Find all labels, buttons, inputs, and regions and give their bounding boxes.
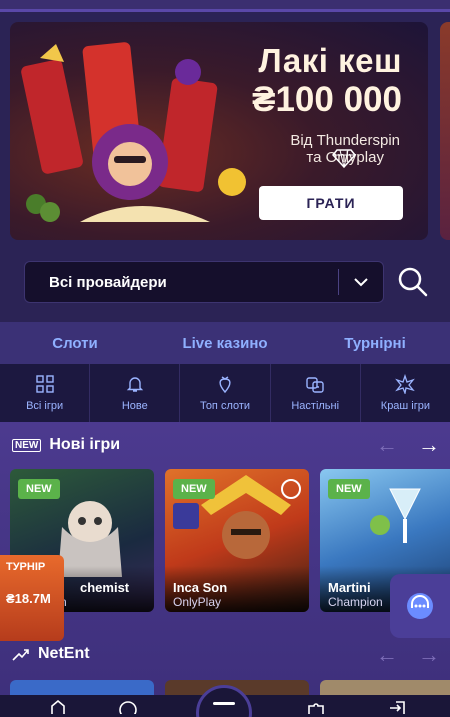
nav-casino-icon[interactable]	[118, 700, 138, 717]
bell-icon	[126, 377, 143, 392]
banner-title: Лакі кеш	[258, 42, 402, 79]
subtab-top-slots[interactable]: Топ слоти	[180, 364, 271, 422]
nav-home-icon[interactable]	[48, 699, 68, 714]
top-bar	[0, 0, 450, 12]
game-art	[370, 488, 421, 543]
subtab-crash-games[interactable]: Краш ігри	[361, 364, 450, 422]
search-icon[interactable]	[396, 265, 430, 299]
tournament-amount: ₴18.7M	[6, 591, 51, 606]
trending-icon	[12, 649, 29, 661]
game-name: Martini	[328, 580, 371, 595]
new-badge-icon: NEW	[12, 438, 42, 452]
new-tag: NEW	[18, 479, 60, 499]
nav-login-icon[interactable]	[388, 700, 408, 714]
subtab-table-games[interactable]: Настільні	[271, 364, 361, 422]
new-games-header: NEW Нові ігри ← →	[12, 432, 442, 458]
new-games-carousel: NEW chemist n NEW Inca Son OnlyPlay NEW …	[10, 469, 450, 612]
game-provider: OnlyPlay	[173, 595, 222, 609]
banner-subtitle-line1: Від Thunderspin	[290, 132, 400, 149]
game-filter-tabs: Всі ігри Нове Топ слоти Настільні Краш і…	[0, 364, 450, 422]
category-tabs: Слоти Live казино Турнірні	[0, 322, 450, 364]
new-tag: NEW	[173, 479, 215, 499]
arrow-right-icon[interactable]: →	[418, 642, 440, 668]
arrow-right-icon[interactable]: →	[418, 432, 440, 458]
diamond-icon	[332, 149, 356, 168]
carousel-arrows: ← →	[376, 432, 440, 458]
strawberry-icon	[219, 376, 231, 394]
netent-title: NetEnt	[38, 645, 90, 662]
provider-select[interactable]: Всі провайдери	[24, 261, 384, 303]
tab-live-casino[interactable]: Live казино	[150, 335, 300, 352]
dice-icon	[306, 377, 324, 393]
netent-header: NetEnt ← →	[12, 642, 442, 668]
banner-amount: ₴100 000	[252, 80, 402, 119]
tab-tournament[interactable]: Турнірні	[300, 335, 450, 352]
tournament-widget[interactable]: ТУРНІР ₴18.7M	[0, 555, 64, 641]
game-provider: Champion	[328, 595, 383, 609]
swords-icon	[173, 503, 199, 529]
subtab-label: Всі ігри	[26, 400, 64, 412]
next-banner-preview[interactable]	[440, 22, 450, 240]
game-card[interactable]: NEW Inca Son OnlyPlay	[165, 469, 309, 612]
new-games-title: Нові ігри	[49, 436, 121, 453]
subtab-new[interactable]: Нове	[90, 364, 181, 422]
subtab-label: Настільні	[291, 400, 340, 412]
game-name: chemist	[80, 580, 130, 595]
nav-puzzle-icon[interactable]	[306, 700, 326, 714]
arrow-left-icon[interactable]: ←	[376, 432, 398, 458]
menu-icon	[213, 702, 235, 705]
subtab-all-games[interactable]: Всі ігри	[0, 364, 91, 422]
slot-machine-art	[21, 42, 246, 222]
headset-icon	[407, 593, 433, 619]
provider-select-value: Всі провайдери	[49, 273, 167, 291]
arrow-left-icon[interactable]: ←	[376, 642, 398, 668]
tournament-label: ТУРНІР	[6, 561, 46, 573]
tab-slots[interactable]: Слоти	[0, 335, 150, 352]
subtab-label: Нове	[121, 400, 148, 412]
play-button[interactable]: ГРАТИ	[259, 186, 403, 220]
chevron-down-icon[interactable]	[339, 277, 383, 287]
explosion-icon	[395, 374, 416, 394]
subtab-label: Краш ігри	[380, 400, 431, 412]
support-chat-button[interactable]	[390, 574, 450, 638]
new-tag: NEW	[328, 479, 370, 499]
grid-icon	[35, 375, 54, 393]
subtab-label: Топ слоти	[199, 400, 251, 412]
carousel-arrows: ← →	[376, 642, 440, 668]
game-name: Inca Son	[173, 580, 228, 595]
promo-banner[interactable]: Лакі кеш ₴100 000 Від Thunderspin та Onl…	[10, 22, 428, 240]
